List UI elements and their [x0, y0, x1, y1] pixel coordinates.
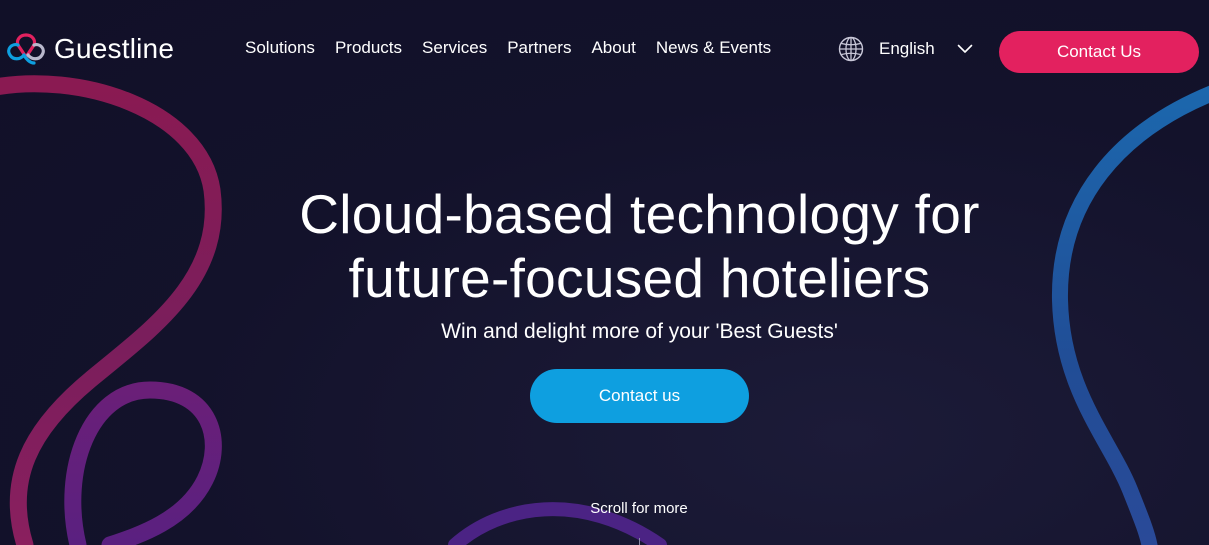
- contact-us-header-button[interactable]: Contact Us: [999, 31, 1199, 73]
- guestline-logo-icon: [7, 33, 45, 65]
- language-selector[interactable]: English: [838, 36, 973, 62]
- hero-title: Cloud-based technology for future-focuse…: [0, 182, 1209, 310]
- nav-item-news-events[interactable]: News & Events: [656, 38, 771, 58]
- nav-item-solutions[interactable]: Solutions: [245, 38, 315, 58]
- globe-icon: [838, 36, 864, 62]
- page: Guestline Solutions Products Services Pa…: [0, 0, 1209, 545]
- chevron-down-icon: [957, 44, 973, 53]
- nav-item-services[interactable]: Services: [422, 38, 487, 58]
- hero-title-line-1: Cloud-based technology for: [299, 183, 980, 245]
- nav-item-products[interactable]: Products: [335, 38, 402, 58]
- site-header: Guestline Solutions Products Services Pa…: [0, 0, 1209, 100]
- contact-us-hero-button[interactable]: Contact us: [530, 369, 749, 423]
- language-label: English: [879, 39, 935, 58]
- main-nav: Solutions Products Services Partners Abo…: [245, 38, 791, 58]
- logo[interactable]: Guestline: [4, 27, 174, 71]
- scroll-indicator-line: [639, 538, 640, 545]
- nav-item-about[interactable]: About: [591, 38, 635, 58]
- hero-title-line-2: future-focused hoteliers: [348, 247, 931, 309]
- nav-item-partners[interactable]: Partners: [507, 38, 571, 58]
- scroll-for-more[interactable]: Scroll for more: [539, 500, 739, 517]
- hero-subtitle: Win and delight more of your 'Best Guest…: [441, 320, 838, 343]
- logo-text: Guestline: [54, 33, 175, 64]
